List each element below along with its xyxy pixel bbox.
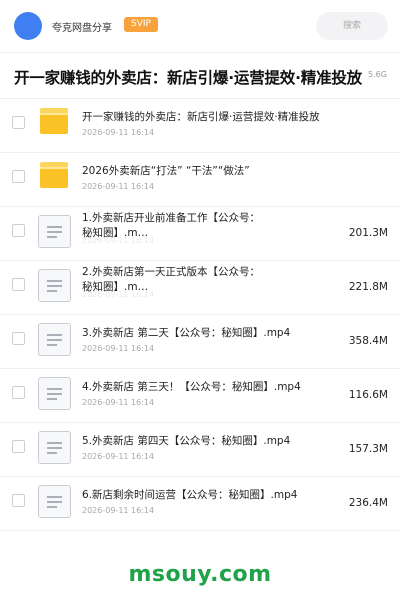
file-name: 3.外卖新店 第二天【公众号：秘知圈】.mp4	[82, 327, 291, 339]
file-name: 6.新店剩余时间运营【公众号：秘知圈】.mp4	[82, 489, 298, 501]
file-size: 358.4M	[348, 335, 388, 347]
site-watermark: msouy.com	[128, 562, 272, 587]
file-checkbox[interactable]	[12, 494, 25, 507]
file-checkbox[interactable]	[12, 332, 25, 345]
search-input[interactable]: 搜索	[316, 12, 388, 40]
svip-badge: SVIP	[124, 17, 158, 32]
file-date: 2026-09-11 16:14	[82, 128, 155, 137]
file-row[interactable]: 1.外卖新店开业前准备工作【公众号：秘知圈】.m… 2026-09-11 16:…	[0, 207, 400, 261]
file-size: 221.8M	[348, 281, 388, 293]
file-size: 236.4M	[348, 497, 388, 509]
file-date: 2026-09-11 16:14	[82, 236, 155, 245]
video-file-icon	[38, 269, 71, 302]
file-row[interactable]: 4.外卖新店 第三天！【公众号：秘知圈】.mp4 2026-09-11 16:1…	[0, 369, 400, 423]
file-checkbox[interactable]	[12, 224, 25, 237]
file-checkbox[interactable]	[12, 116, 25, 129]
share-total-size: 5.6G	[368, 70, 387, 79]
file-checkbox[interactable]	[12, 440, 25, 453]
file-name: 2026外卖新店“打法” “干法”“做法”	[82, 165, 250, 177]
owner-avatar[interactable]	[14, 12, 42, 40]
video-file-icon	[38, 377, 71, 410]
file-checkbox[interactable]	[12, 386, 25, 399]
share-title: 开一家赚钱的外卖店：新店引爆·运营提效·精准投放	[14, 69, 362, 87]
file-row[interactable]: 5.外卖新店 第四天【公众号：秘知圈】.mp4 2026-09-11 16:14…	[0, 423, 400, 477]
folder-icon	[40, 162, 68, 188]
file-row[interactable]: 2.外卖新店第一天正式版本【公众号：秘知圈】.m… 2026-09-11 16:…	[0, 261, 400, 315]
video-file-icon	[38, 485, 71, 518]
file-name: 4.外卖新店 第三天！【公众号：秘知圈】.mp4	[82, 381, 301, 393]
file-date: 2026-09-11 16:14	[82, 344, 155, 353]
file-size: 116.6M	[348, 389, 388, 401]
share-title-row: 开一家赚钱的外卖店：新店引爆·运营提效·精准投放 5.6G	[0, 53, 400, 98]
file-row[interactable]: 开一家赚钱的外卖店：新店引爆·运营提效·精准投放 2026-09-11 16:1…	[0, 99, 400, 153]
file-date: 2026-09-11 16:14	[82, 182, 155, 191]
video-file-icon	[38, 215, 71, 248]
file-name: 开一家赚钱的外卖店：新店引爆·运营提效·精准投放	[82, 111, 320, 123]
file-name: 5.外卖新店 第四天【公众号：秘知圈】.mp4	[82, 435, 291, 447]
file-row[interactable]: 2026外卖新店“打法” “干法”“做法” 2026-09-11 16:14	[0, 153, 400, 207]
share-header: 夸克网盘分享 SVIP 搜索	[0, 0, 400, 52]
video-file-icon	[38, 323, 71, 356]
file-row[interactable]: 6.新店剩余时间运营【公众号：秘知圈】.mp4 2026-09-11 16:14…	[0, 477, 400, 531]
file-checkbox[interactable]	[12, 170, 25, 183]
owner-name[interactable]: 夸克网盘分享	[52, 19, 112, 34]
file-size: 157.3M	[348, 443, 388, 455]
file-date: 2026-09-11 16:14	[82, 398, 155, 407]
file-list: 开一家赚钱的外卖店：新店引爆·运营提效·精准投放 2026-09-11 16:1…	[0, 99, 400, 531]
file-size: 201.3M	[348, 227, 388, 239]
file-date: 2026-09-11 16:14	[82, 452, 155, 461]
file-date: 2026-09-11 16:14	[82, 506, 155, 515]
file-row[interactable]: 3.外卖新店 第二天【公众号：秘知圈】.mp4 2026-09-11 16:14…	[0, 315, 400, 369]
file-date: 2026-09-11 16:14	[82, 290, 155, 299]
folder-icon	[40, 108, 68, 134]
file-checkbox[interactable]	[12, 278, 25, 291]
video-file-icon	[38, 431, 71, 464]
